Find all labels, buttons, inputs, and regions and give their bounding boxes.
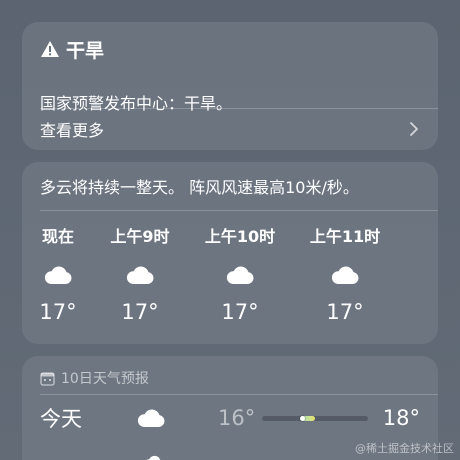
cloud-icon xyxy=(142,454,166,460)
alert-more-label: 查看更多 xyxy=(40,121,105,140)
hourly-summary: 多云将持续一整天。 阵风风速最高10米/秒。 xyxy=(40,178,359,197)
day-name: 今天 xyxy=(40,407,82,431)
daily-forecast-title: 10日天气预报 xyxy=(61,371,149,387)
day-high-temp: 18° xyxy=(382,406,420,430)
hour-time: 下午 xyxy=(415,224,438,250)
cloud-icon xyxy=(330,264,360,286)
warning-icon xyxy=(41,41,59,57)
hour-time: 上午9时 xyxy=(110,227,170,246)
alert-divider xyxy=(40,108,438,109)
drought-alert-card[interactable]: 干旱 国家预警发布中心：干旱。 查看更多 xyxy=(22,22,438,150)
alert-more-link[interactable]: 查看更多 xyxy=(40,114,420,144)
cloud-icon xyxy=(125,264,155,286)
cloud-icon xyxy=(43,264,73,286)
daily-divider xyxy=(40,394,438,395)
hourly-divider xyxy=(40,210,438,211)
daily-forecast-header: 10日天气预报 xyxy=(40,364,149,392)
hour-temp: 17° xyxy=(326,300,364,324)
cloud-icon xyxy=(225,264,255,286)
day-row-today[interactable]: 今天 16° 18° xyxy=(22,400,438,436)
watermark: @稀土掘金技术社区 xyxy=(355,442,454,455)
hourly-item: 上午9时 17° xyxy=(85,224,195,324)
hourly-item: 上午11时 17° xyxy=(290,224,400,324)
day-low-temp: 16° xyxy=(218,406,256,430)
hour-temp: 1 xyxy=(415,300,438,324)
alert-title-row: 干旱 xyxy=(40,36,104,62)
alert-title: 干旱 xyxy=(66,39,105,62)
calendar-icon xyxy=(40,371,55,386)
temperature-range-bar xyxy=(262,416,368,421)
hour-time: 上午11时 xyxy=(309,227,381,246)
hourly-item-partial: 下午 1 xyxy=(415,224,438,324)
alert-message: 国家预警发布中心：干旱。 xyxy=(40,94,233,113)
chevron-right-icon xyxy=(410,122,418,136)
hourly-forecast-card[interactable]: 多云将持续一整天。 阵风风速最高10米/秒。 现在 17° 上午9时 17° 上… xyxy=(22,162,438,344)
hourly-item: 上午10时 17° xyxy=(185,224,295,324)
current-temp-dot xyxy=(299,416,305,421)
hour-time: 上午10时 xyxy=(204,227,276,246)
hour-temp: 17° xyxy=(121,300,159,324)
hour-temp: 17° xyxy=(221,300,259,324)
cloud-icon xyxy=(136,407,166,429)
